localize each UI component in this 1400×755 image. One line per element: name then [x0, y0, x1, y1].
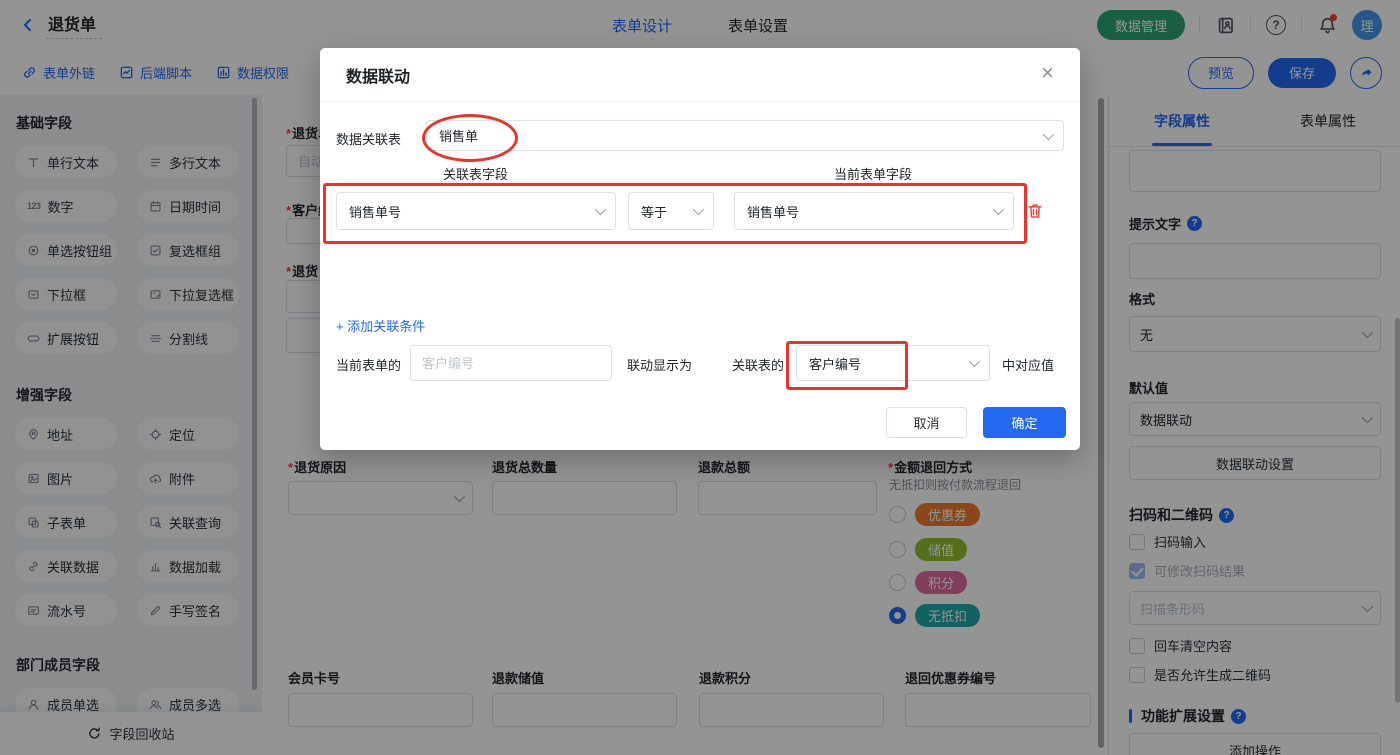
cancel-button[interactable]: 取消 [886, 407, 967, 438]
app-window: 退货单 表单设计 表单设置 数据管理 ? 理 表单外链 后端脚本 [0, 0, 1400, 755]
delete-condition-icon[interactable] [1026, 202, 1044, 220]
linkage-suffix-label: 中对应值 [1002, 355, 1054, 374]
linkage-middle-label: 联动显示为 [627, 355, 692, 374]
chevron-down-icon [993, 204, 1004, 215]
chevron-down-icon [693, 204, 704, 215]
current-field-input-el[interactable] [411, 346, 611, 380]
chevron-down-icon [1043, 128, 1054, 139]
relation-table-label: 数据关联表 [336, 129, 401, 148]
linkage-rel-prefix-label: 关联表的 [732, 355, 784, 374]
rel-field-select[interactable]: 客户编号 [796, 345, 990, 381]
current-field-input[interactable] [410, 345, 612, 381]
modal-header: 数据联动 × [320, 48, 1080, 102]
condition-left-select[interactable]: 销售单号 [336, 192, 616, 230]
confirm-button[interactable]: 确定 [983, 407, 1066, 438]
chevron-down-icon [969, 356, 980, 367]
chevron-down-icon [595, 204, 606, 215]
linkage-prefix-label: 当前表单的 [336, 355, 401, 374]
condition-operator-select[interactable]: 等于 [628, 192, 714, 230]
relation-table-select[interactable]: 销售单 [426, 120, 1064, 151]
modal-title: 数据联动 [346, 63, 410, 87]
data-linkage-modal: 数据联动 × 数据关联表 销售单 关联表字段 当前表单字段 销售单号 等于 销售… [320, 48, 1080, 450]
condition-right-select[interactable]: 销售单号 [734, 192, 1014, 230]
column-header-right: 当前表单字段 [834, 164, 912, 183]
close-icon[interactable]: × [1041, 62, 1054, 84]
column-header-left: 关联表字段 [443, 164, 508, 183]
add-condition-link[interactable]: + 添加关联条件 [336, 316, 425, 335]
